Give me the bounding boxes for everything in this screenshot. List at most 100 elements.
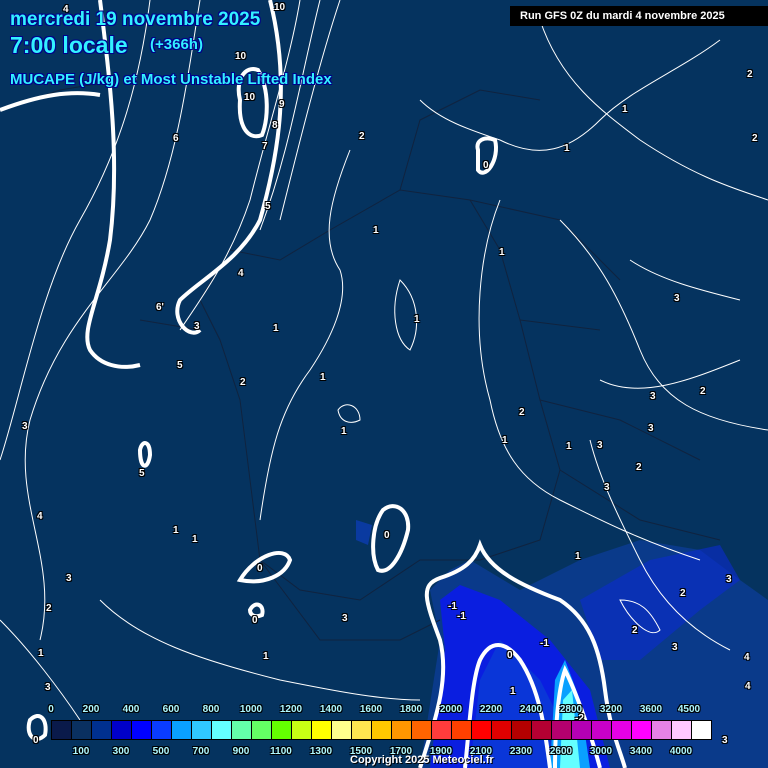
contour-label: 6 <box>173 133 179 144</box>
colorbar-tick-bottom: 500 <box>152 746 170 757</box>
colorbar-tick-top: 1800 <box>399 704 423 715</box>
colorbar-tick-top: 3200 <box>599 704 623 715</box>
contour-label: 0 <box>507 650 513 661</box>
colorbar-tick-bottom: 700 <box>192 746 210 757</box>
contour-label: 3 <box>45 682 51 693</box>
contour-label: 1 <box>373 225 379 236</box>
contour-label: 10 <box>235 51 247 62</box>
colorbar-cell <box>92 721 112 739</box>
forecast-lead-time: (+366h) <box>150 36 203 53</box>
colorbar-cell <box>52 721 72 739</box>
colorbar-cell <box>132 721 152 739</box>
colorbar-cell <box>292 721 312 739</box>
colorbar-tick-top: 800 <box>202 704 220 715</box>
contour-label: 1 <box>564 143 570 154</box>
contour-label: 8 <box>272 120 278 131</box>
colorbar-cell <box>112 721 132 739</box>
colorbar-tick-top: 200 <box>82 704 100 715</box>
contour-label: 10 <box>274 2 286 13</box>
colorbar-tick-top: 3600 <box>639 704 663 715</box>
mucape-map <box>0 0 768 768</box>
colorbar-cell <box>492 721 512 739</box>
contour-label: -1 <box>540 638 549 649</box>
colorbar-tick-top: 2800 <box>559 704 583 715</box>
colorbar-tick-bottom: 3400 <box>629 746 653 757</box>
contour-label: 1 <box>566 441 572 452</box>
contour-label: 7 <box>262 141 268 152</box>
contour-label: 1 <box>263 651 269 662</box>
contour-label: 2 <box>700 386 706 397</box>
contour-label: 1 <box>273 323 279 334</box>
contour-label: 3 <box>674 293 680 304</box>
contour-label: 3 <box>650 391 656 402</box>
contour-label: 1 <box>499 247 505 258</box>
colorbar-cell <box>252 721 272 739</box>
colorbar-tick-bottom: 4000 <box>669 746 693 757</box>
contour-label: 1 <box>622 104 628 115</box>
colorbar-cell <box>192 721 212 739</box>
contour-label: 5 <box>265 201 271 212</box>
contour-label: -1 <box>457 611 466 622</box>
colorbar-tick-top: 0 <box>48 704 54 715</box>
colorbar-tick-top: 1600 <box>359 704 383 715</box>
colorbar-tick-top: 1400 <box>319 704 343 715</box>
contour-label: 4 <box>37 511 43 522</box>
colorbar-cell <box>212 721 232 739</box>
contour-label: 0 <box>252 615 258 626</box>
colorbar-cell <box>572 721 592 739</box>
contour-label: 5 <box>177 360 183 371</box>
contour-label: 1 <box>510 686 516 697</box>
parameter-title: MUCAPE (J/kg) et Most Unstable Lifted In… <box>10 71 332 88</box>
contour-label: 3 <box>342 613 348 624</box>
colorbar-cell <box>232 721 252 739</box>
contour-label: 1 <box>341 426 347 437</box>
colorbar-cell <box>512 721 532 739</box>
colorbar-tick-bottom: 300 <box>112 746 130 757</box>
contour-label: 0 <box>33 735 39 746</box>
contour-label: 2 <box>359 131 365 142</box>
contour-label: 2 <box>752 133 758 144</box>
contour-label: 9 <box>279 99 285 110</box>
contour-label: 3 <box>726 574 732 585</box>
colorbar-cell <box>452 721 472 739</box>
colorbar-tick-top: 400 <box>122 704 140 715</box>
contour-label: 0 <box>257 563 263 574</box>
contour-label: 4 <box>745 681 751 692</box>
colorbar-cell <box>172 721 192 739</box>
contour-label: 2 <box>680 588 686 599</box>
contour-label: 4 <box>63 4 69 15</box>
colorbar-cell <box>312 721 332 739</box>
colorbar-cell <box>412 721 432 739</box>
colorbar-tick-bottom: 100 <box>72 746 90 757</box>
contour-label: 1 <box>192 534 198 545</box>
contour-label: 0 <box>483 160 489 171</box>
contour-label: 3 <box>66 573 72 584</box>
colorbar-cell <box>592 721 612 739</box>
colorbar-cell <box>552 721 572 739</box>
contour-label: 0 <box>384 530 390 541</box>
colorbar-tick-bottom: 2600 <box>549 746 573 757</box>
copyright: Copyright 2025 Meteociel.fr <box>350 754 494 766</box>
colorbar-tick-top: 2000 <box>439 704 463 715</box>
colorbar-tick-bottom: 900 <box>232 746 250 757</box>
contour-label: 1 <box>575 551 581 562</box>
colorbar <box>51 720 712 740</box>
contour-label: 3 <box>194 321 200 332</box>
colorbar-cell <box>532 721 552 739</box>
colorbar-cell <box>632 721 652 739</box>
contour-label: 3 <box>648 423 654 434</box>
contour-label: 3 <box>604 482 610 493</box>
contour-label: 3 <box>597 440 603 451</box>
contour-label: 1 <box>502 435 508 446</box>
contour-label: 2 <box>747 69 753 80</box>
contour-label: 6' <box>156 302 164 313</box>
contour-label: 1 <box>414 314 420 325</box>
contour-label: 2 <box>46 603 52 614</box>
colorbar-tick-bottom: 1300 <box>309 746 333 757</box>
contour-label: 1 <box>320 372 326 383</box>
run-info: Run GFS 0Z du mardi 4 novembre 2025 <box>510 6 768 26</box>
colorbar-cell <box>672 721 692 739</box>
colorbar-cell <box>352 721 372 739</box>
colorbar-cell <box>272 721 292 739</box>
contour-label: 4 <box>238 268 244 279</box>
